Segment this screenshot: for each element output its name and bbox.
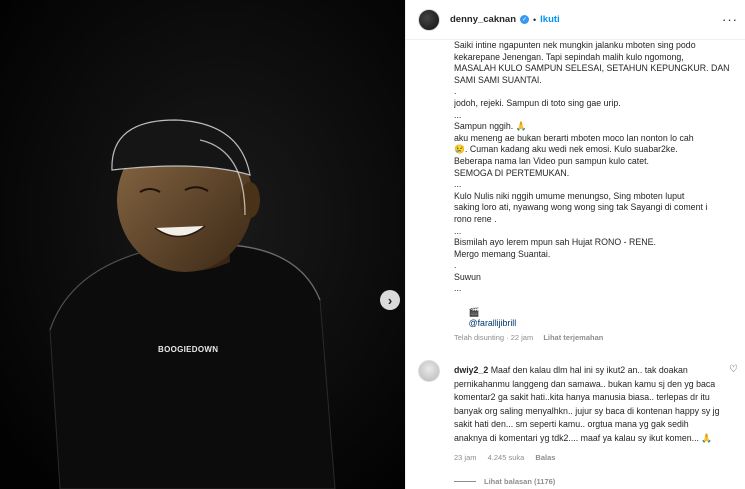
more-options-icon[interactable]: ··· [722, 12, 738, 27]
caption-line: Sampun nggih. 🙏 [454, 121, 527, 132]
comment-text: Maaf den kalau dlm hal ini sy ikut2 an..… [454, 365, 720, 443]
caption-line: jodoh, rejeki. Sampun di toto sing gae u… [454, 97, 621, 108]
commenter-username[interactable]: dwiy2_2 [454, 365, 488, 375]
caption-line: ... [454, 225, 462, 236]
author-avatar[interactable] [418, 8, 440, 31]
photo-illustration [0, 0, 405, 489]
next-photo-button[interactable]: › [380, 290, 400, 310]
caption-line: ... [454, 109, 462, 120]
comment-body: dwiy2_2 Maaf den kalau dlm hal ini sy ik… [454, 364, 722, 446]
caption-line: Bismilah ayo lerem mpun sah Hujat RONO -… [454, 237, 656, 248]
like-heart-icon[interactable]: ♡ [729, 364, 738, 375]
caption-line: . [454, 260, 457, 271]
caption-line: Mergo memang Suantai. [454, 248, 551, 259]
caption-line: MASALAH KULO SAMPUN SELESAI, SETAHUN KEP… [454, 63, 730, 74]
caption-line: SAMI SAMI SUANTAI. [454, 74, 542, 85]
author-username[interactable]: denny_caknan [450, 14, 516, 25]
caption-line: Kulo Nulis niki nggih umume menungso, Si… [454, 190, 685, 201]
replies-divider [454, 481, 476, 482]
caption-line: saking loro ati, nyawang wong wong sing … [454, 202, 708, 213]
post-photo[interactable]: BOOGIEDOWN › [0, 0, 405, 489]
see-translation-button[interactable]: Lihat terjemahan [543, 333, 603, 342]
follow-button[interactable]: Ikuti [540, 14, 560, 25]
comment-meta: 23 jam 4.245 suka Balas [454, 453, 564, 462]
caption-line: Suwun [454, 271, 481, 282]
clapperboard-icon: 🎬 [468, 306, 480, 317]
comment-time: 23 jam [454, 453, 477, 462]
credit-mention-link[interactable]: @farallijibrill [469, 318, 517, 328]
caption-text: Saiki intine ngapunten nek mungkin jalan… [454, 40, 736, 295]
chevron-right-icon: › [387, 292, 393, 308]
commenter-avatar[interactable] [418, 360, 440, 382]
caption-line: Saiki intine ngapunten nek mungkin jalan… [454, 40, 696, 50]
shirt-print: BOOGIEDOWN [158, 345, 219, 354]
caption-credit: 🎬 @farallijibrill [454, 295, 736, 330]
post-header: denny_caknan ✓ • Ikuti ··· [406, 0, 745, 40]
caption-edited-time: Telah disunting · 22 jam [454, 333, 534, 342]
caption-line: . [454, 86, 457, 97]
caption-line: Beberapa nama lan Video pun sampun kulo … [454, 155, 649, 166]
caption-line: ... [454, 283, 462, 294]
post-caption: Saiki intine ngapunten nek mungkin jalan… [454, 40, 736, 330]
caption-line: ... [454, 179, 462, 190]
caption-line: 😢. Cuman kadang aku wedi nek emosi. Kulo… [454, 144, 678, 155]
comment-likes[interactable]: 4.245 suka [488, 453, 525, 462]
caption-meta: Telah disunting · 22 jam Lihat terjemaha… [454, 333, 611, 342]
view-replies-label: Lihat balasan (1176) [484, 477, 556, 486]
caption-line: rono rene . [454, 213, 497, 224]
caption-line: SEMOGA DI PERTEMUKAN. [454, 167, 570, 178]
separator-dot: • [533, 14, 537, 25]
caption-line: aku meneng ae bukan berarti mboten moco … [454, 132, 694, 143]
reply-button[interactable]: Balas [535, 453, 555, 462]
view-replies-button[interactable]: Lihat balasan (1176) [454, 477, 555, 486]
verified-badge-icon: ✓ [520, 15, 529, 24]
caption-line: kekarepane Jenengan. Tapi sepindah malih… [454, 51, 684, 62]
post-side-panel: denny_caknan ✓ • Ikuti ··· Saiki intine … [405, 0, 745, 489]
